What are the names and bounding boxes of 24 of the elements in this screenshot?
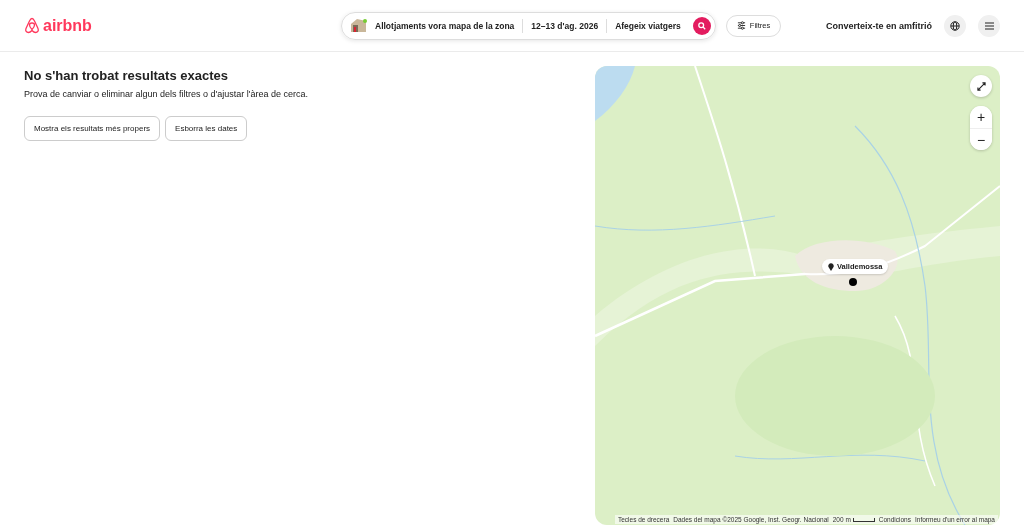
language-button[interactable] [944,14,966,37]
globe-icon [950,20,960,31]
search-icon [697,21,706,30]
sliders-icon [736,21,746,30]
nearby-results-button[interactable]: Mostra els resultats més propers [24,116,161,141]
guests-field[interactable]: Afegeix viatgers [607,20,689,31]
pin-icon [828,262,834,271]
zoom-out-button[interactable]: − [970,128,992,150]
no-results-title: No s'han trobat resultats exactes [24,68,228,83]
location-marker [849,278,857,286]
zoom-in-button[interactable]: + [970,106,992,128]
expand-icon [976,81,986,91]
logo-text[interactable]: airbnb [43,16,92,35]
clear-dates-button[interactable]: Esborra les dates [165,116,248,141]
menu-icon [984,21,994,30]
search-button[interactable] [692,16,711,35]
house-icon [350,18,367,33]
airbnb-logo-icon[interactable] [24,17,40,34]
location-field[interactable]: Allotjaments vora mapa de la zona [367,20,523,31]
menu-button[interactable] [978,14,1000,37]
no-results-message: Prova de canviar o eliminar algun dels filtres o d'ajustar l'àrea de cerca. [24,89,310,99]
dates-field[interactable]: 12–13 d'ag. 2026 [523,20,607,31]
scale-bar [852,517,875,522]
host-link[interactable]: Converteix-te en amfitrió [825,20,932,31]
